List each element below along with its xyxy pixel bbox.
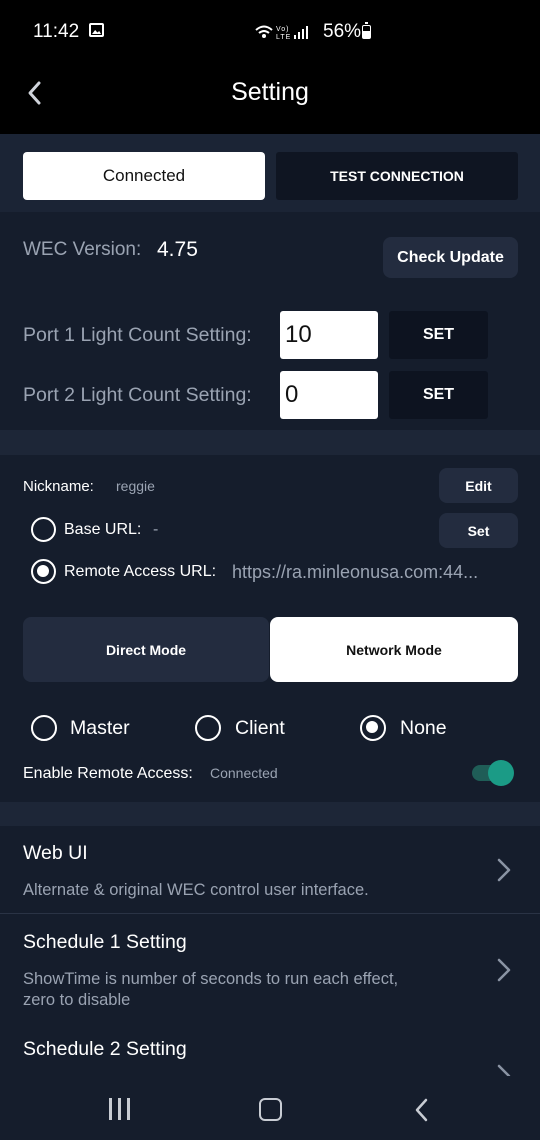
port-1-count-input[interactable]: 10 (280, 311, 378, 359)
svg-text:Vo): Vo) (276, 26, 290, 33)
direct-mode-tab[interactable]: Direct Mode (23, 617, 269, 682)
base-url-label: Base URL: (64, 521, 142, 538)
remote-access-toggle[interactable] (472, 760, 514, 786)
back-icon[interactable] (412, 1098, 430, 1122)
port-1-set-button[interactable]: SET (389, 311, 488, 359)
list-divider (0, 913, 540, 914)
edit-nickname-button[interactable]: Edit (439, 468, 518, 503)
port-2-label: Port 2 Light Count Setting: (23, 384, 252, 406)
list-item-subtitle: Alternate & original WEC control user in… (23, 881, 369, 899)
svg-text:LTE: LTE (276, 34, 291, 41)
signal-status-icons: Vo) LTE (254, 21, 318, 46)
port-1-label: Port 1 Light Count Setting: (23, 324, 252, 346)
client-radio[interactable] (195, 715, 221, 741)
network-mode-tab[interactable]: Network Mode (270, 617, 518, 682)
wifi-signal-icon: Vo) LTE (255, 25, 308, 41)
remote-access-status: Connected (210, 765, 278, 781)
toggle-knob (488, 760, 514, 786)
master-label: Master (70, 717, 130, 739)
nickname-value: reggie (116, 478, 155, 494)
remote-access-label: Enable Remote Access: (23, 765, 193, 782)
battery-percent: 56% (323, 21, 362, 42)
remote-url-radio[interactable] (31, 559, 56, 584)
section-divider (0, 802, 540, 826)
port-2-count-input[interactable]: 0 (280, 371, 378, 419)
check-update-button[interactable]: Check Update (383, 237, 518, 278)
list-item-title: Web UI (23, 842, 88, 864)
set-base-url-button[interactable]: Set (439, 513, 518, 548)
remote-url-label: Remote Access URL: (64, 563, 217, 580)
remote-url-value: https://ra.minleonusa.com:44... (232, 562, 479, 582)
wec-version-value: 4.75 (157, 238, 198, 261)
master-radio[interactable] (31, 715, 57, 741)
home-icon[interactable] (259, 1098, 282, 1121)
none-label: None (400, 717, 447, 739)
connected-button[interactable]: Connected (23, 152, 265, 200)
recent-apps-icon[interactable] (109, 1098, 131, 1120)
gallery-notification-icon (89, 23, 104, 37)
base-url-value: - (153, 521, 159, 538)
wec-version-label: WEC Version: (23, 239, 142, 260)
chevron-right-icon (494, 956, 514, 984)
list-item-subtitle-line-2: zero to disable (23, 991, 131, 1009)
nickname-label: Nickname: (23, 478, 94, 495)
base-url-radio[interactable] (31, 517, 56, 542)
none-radio[interactable] (360, 715, 386, 741)
list-item-subtitle-line-1: ShowTime is number of seconds to run eac… (23, 970, 399, 988)
port-2-set-button[interactable]: SET (389, 371, 488, 419)
section-divider (0, 430, 540, 455)
page-title: Setting (231, 78, 309, 106)
chevron-right-icon (494, 856, 514, 884)
status-time: 11:42 (33, 21, 80, 42)
client-label: Client (235, 717, 285, 739)
list-item-title: Schedule 1 Setting (23, 931, 187, 953)
battery-icon (362, 22, 371, 39)
list-item-title: Schedule 2 Setting (23, 1038, 187, 1060)
test-connection-button[interactable]: TEST CONNECTION (276, 152, 518, 200)
